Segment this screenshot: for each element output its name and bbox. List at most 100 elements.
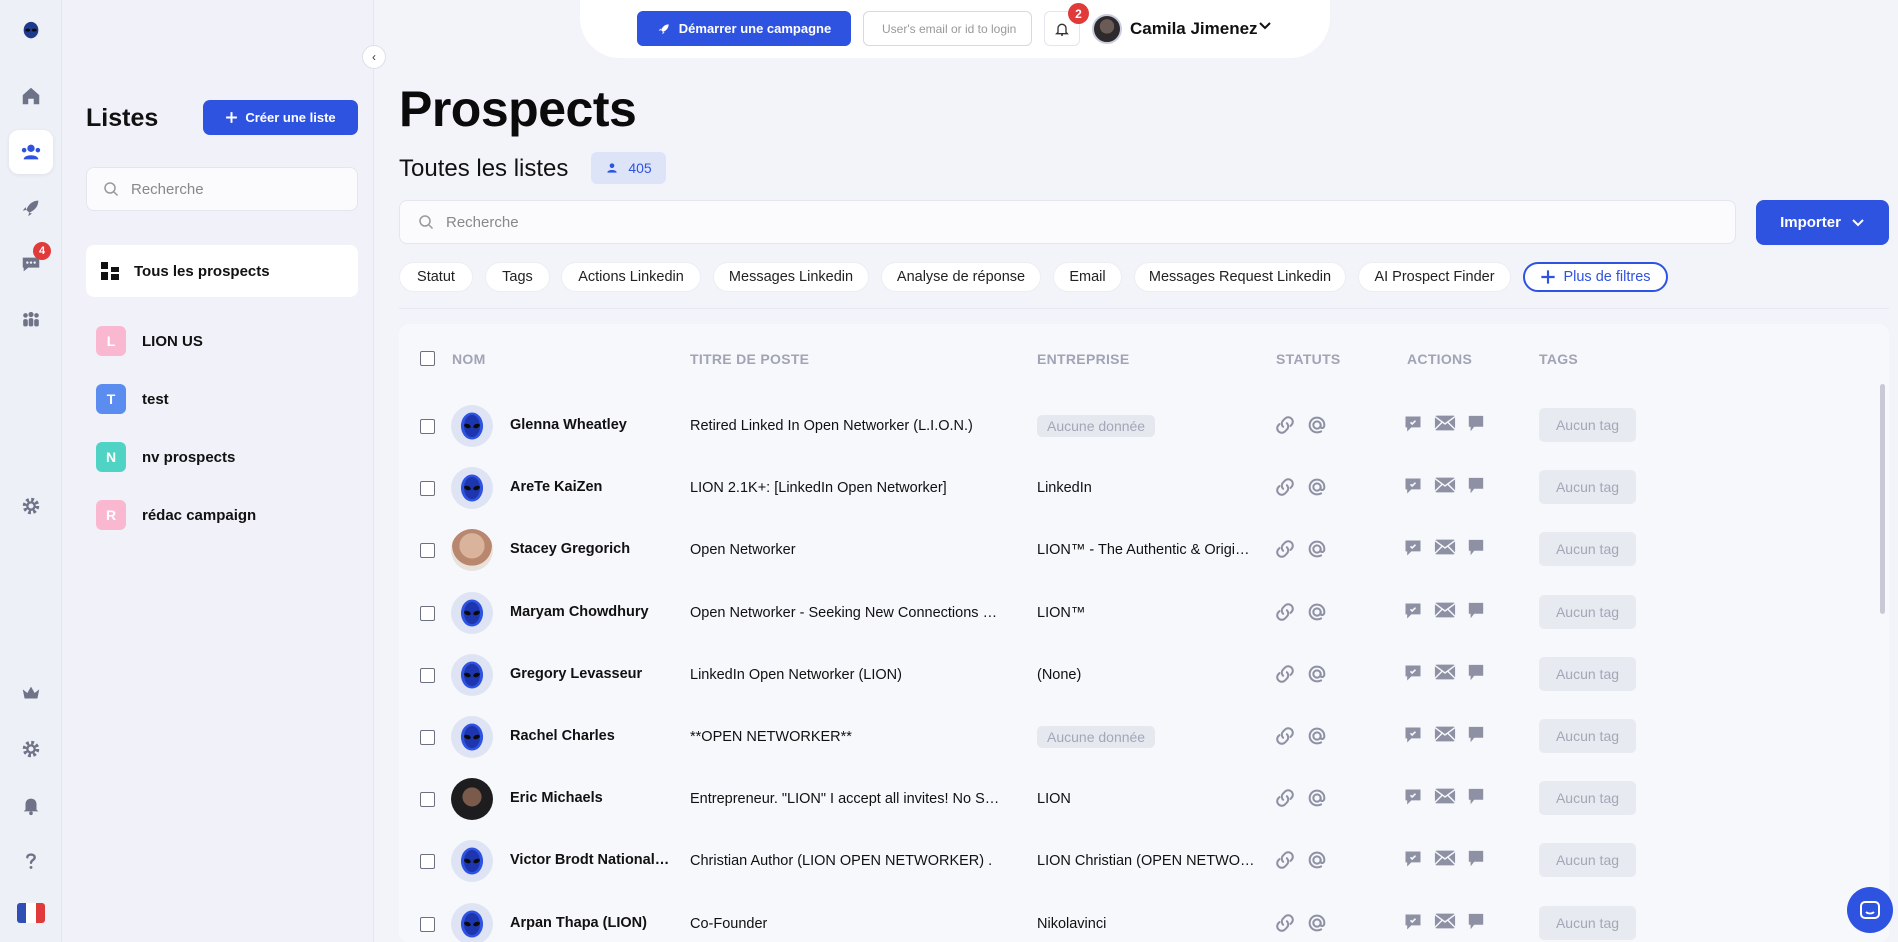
flag-fr-icon[interactable]: [17, 903, 45, 923]
tag-pill[interactable]: Aucun tag: [1539, 470, 1636, 505]
at-sign-icon[interactable]: [1306, 601, 1328, 628]
chevron-down-icon[interactable]: [1258, 20, 1272, 32]
user-login-input[interactable]: User's email or id to login: [863, 11, 1032, 46]
table-row[interactable]: Arpan Thapa (LION) Co-Founder Nikolavinci A…: [399, 892, 1889, 942]
row-checkbox[interactable]: [420, 730, 435, 745]
table-row[interactable]: Gregory Levasseur LinkedIn Open Networker…: [399, 643, 1889, 705]
tag-pill[interactable]: Aucun tag: [1539, 532, 1636, 567]
message-bubble-icon[interactable]: [1467, 538, 1485, 563]
mail-icon[interactable]: [1434, 725, 1456, 750]
avatar[interactable]: [451, 778, 493, 821]
list-item-lion-us[interactable]: L LION US: [96, 326, 203, 356]
table-row[interactable]: Glenna Wheatley Retired Linked In Open Ne…: [399, 394, 1889, 456]
mail-icon[interactable]: [1434, 601, 1456, 626]
prospects-search-input[interactable]: Recherche: [399, 200, 1736, 244]
linkedin-message-icon[interactable]: [1403, 476, 1423, 501]
linkedin-message-icon[interactable]: [1403, 414, 1423, 439]
avatar[interactable]: [451, 405, 493, 447]
user-name[interactable]: Camila Jimenez: [1130, 19, 1258, 39]
prospect-name[interactable]: Victor Brodt Nationally Acclaimed: [510, 852, 670, 868]
mail-icon[interactable]: [1434, 787, 1456, 812]
filter-statut[interactable]: Statut: [399, 262, 473, 292]
prospect-name[interactable]: Maryam Chowdhury: [510, 604, 649, 620]
settings-icon[interactable]: [9, 484, 53, 528]
table-row[interactable]: Stacey Gregorich Open Networker LION™ - Th…: [399, 518, 1889, 580]
tag-pill[interactable]: Aucun tag: [1539, 905, 1636, 940]
linkedin-message-icon[interactable]: [1403, 849, 1423, 874]
row-checkbox[interactable]: [420, 605, 435, 621]
filter-tags[interactable]: Tags: [485, 262, 550, 292]
table-row[interactable]: AreTe KaiZen LION 2.1K+: [LinkedIn Open N…: [399, 456, 1889, 518]
at-sign-icon[interactable]: [1306, 663, 1328, 690]
settings-icon[interactable]: [9, 727, 53, 771]
mail-icon[interactable]: [1434, 912, 1456, 937]
table-row[interactable]: Eric Michaels Entrepreneur. "LION" I acce…: [399, 767, 1889, 829]
mail-icon[interactable]: [1434, 663, 1456, 688]
filter-analyse-reponse[interactable]: Analyse de réponse: [881, 262, 1041, 292]
crown-icon[interactable]: [9, 671, 53, 715]
linkedin-message-icon[interactable]: [1403, 787, 1423, 812]
import-button[interactable]: Importer: [1756, 200, 1889, 245]
avatar[interactable]: [1092, 14, 1122, 44]
prospect-name[interactable]: AreTe KaiZen: [510, 479, 602, 495]
linkedin-message-icon[interactable]: [1403, 663, 1423, 688]
avatar[interactable]: [451, 840, 493, 883]
row-checkbox[interactable]: [420, 792, 435, 808]
link-icon[interactable]: [1274, 414, 1296, 441]
link-icon[interactable]: [1274, 725, 1296, 752]
filter-actions-linkedin[interactable]: Actions Linkedin: [561, 262, 701, 292]
at-sign-icon[interactable]: [1306, 912, 1328, 939]
table-scrollbar[interactable]: [1880, 384, 1885, 614]
tag-pill[interactable]: Aucun tag: [1539, 719, 1636, 753]
prospect-name[interactable]: Glenna Wheatley: [510, 417, 627, 433]
table-row[interactable]: Rachel Charles **OPEN NETWORKER** Aucune d…: [399, 705, 1889, 767]
tag-pill[interactable]: Aucun tag: [1539, 408, 1636, 442]
help-icon[interactable]: [9, 839, 53, 883]
link-icon[interactable]: [1274, 787, 1296, 814]
lists-search-input[interactable]: Recherche: [86, 167, 358, 211]
list-item-nv-prospects[interactable]: N nv prospects: [96, 442, 235, 472]
row-checkbox[interactable]: [420, 916, 435, 932]
avatar[interactable]: [451, 591, 493, 634]
all-prospects-item[interactable]: Tous les prospects: [86, 245, 358, 297]
table-row[interactable]: Maryam Chowdhury Open Networker - Seeking…: [399, 581, 1889, 643]
start-campaign-button[interactable]: Démarrer une campagne: [637, 11, 851, 46]
message-bubble-icon[interactable]: [1467, 414, 1485, 439]
link-icon[interactable]: [1274, 849, 1296, 876]
message-bubble-icon[interactable]: [1467, 787, 1485, 812]
header-company[interactable]: ENTREPRISE: [1037, 351, 1129, 367]
message-bubble-icon[interactable]: [1467, 912, 1485, 937]
at-sign-icon[interactable]: [1306, 414, 1328, 441]
prospect-name[interactable]: Arpan Thapa (LION): [510, 915, 647, 931]
message-bubble-icon[interactable]: [1467, 476, 1485, 501]
tag-pill[interactable]: Aucun tag: [1539, 781, 1636, 816]
chat-icon[interactable]: 4: [9, 242, 53, 286]
at-sign-icon[interactable]: [1306, 849, 1328, 876]
filter-messages-linkedin[interactable]: Messages Linkedin: [713, 262, 869, 292]
at-sign-icon[interactable]: [1306, 787, 1328, 814]
select-all-checkbox[interactable]: [420, 351, 435, 366]
at-sign-icon[interactable]: [1306, 725, 1328, 752]
avatar[interactable]: [451, 529, 493, 572]
header-name[interactable]: NOM: [452, 351, 486, 367]
linkedin-message-icon[interactable]: [1403, 538, 1423, 563]
mail-icon[interactable]: [1434, 538, 1456, 563]
filter-ai-prospect-finder[interactable]: AI Prospect Finder: [1358, 262, 1511, 292]
logo-alien-icon[interactable]: [9, 9, 53, 53]
avatar[interactable]: [451, 467, 493, 510]
rocket-icon[interactable]: [9, 186, 53, 230]
create-list-button[interactable]: Créer une liste: [203, 100, 358, 135]
at-sign-icon[interactable]: [1306, 476, 1328, 503]
support-chat-button[interactable]: [1847, 887, 1893, 933]
link-icon[interactable]: [1274, 601, 1296, 628]
filter-messages-request-linkedin[interactable]: Messages Request Linkedin: [1134, 262, 1346, 292]
message-bubble-icon[interactable]: [1467, 663, 1485, 688]
row-checkbox[interactable]: [420, 543, 435, 559]
header-title[interactable]: TITRE DE POSTE: [690, 351, 809, 367]
link-icon[interactable]: [1274, 912, 1296, 939]
tag-pill[interactable]: Aucun tag: [1539, 656, 1636, 691]
linkedin-message-icon[interactable]: [1403, 725, 1423, 750]
prospect-name[interactable]: Stacey Gregorich: [510, 541, 630, 557]
table-row[interactable]: Victor Brodt Nationally Acclaimed Christi…: [399, 829, 1889, 891]
list-item-redac-campaign[interactable]: R rédac campaign: [96, 500, 256, 530]
